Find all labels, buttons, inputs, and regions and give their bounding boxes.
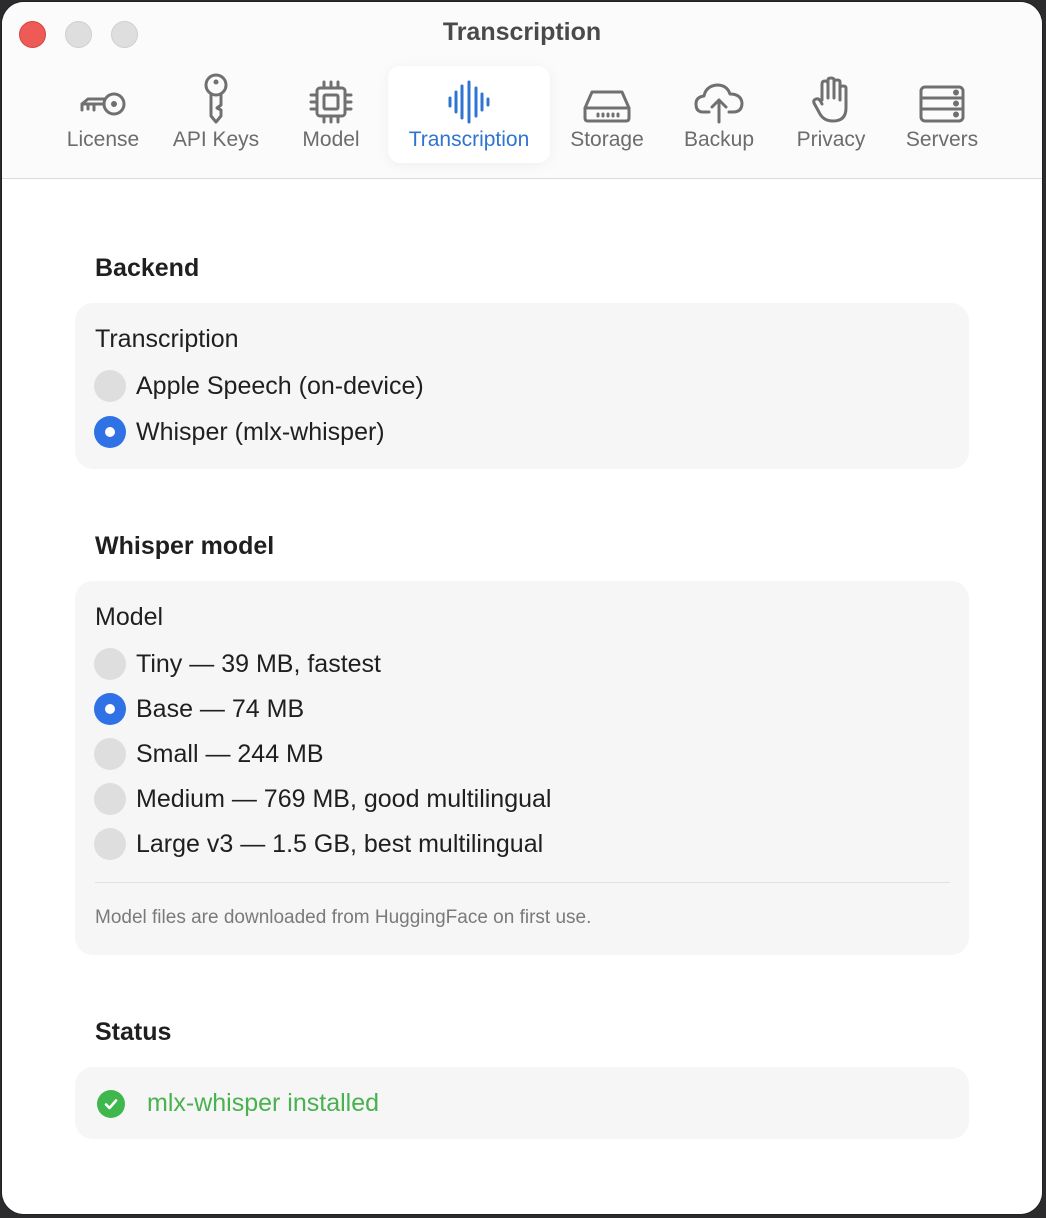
cpu-chip-icon xyxy=(309,66,353,124)
radio-button[interactable] xyxy=(94,370,126,402)
radio-whisper[interactable]: Whisper (mlx-whisper) xyxy=(94,415,385,449)
tab-storage-label: Storage xyxy=(570,128,644,151)
tab-license[interactable]: License xyxy=(48,66,158,163)
whisper-model-card: Model Tiny — 39 MB, fastest Base — 74 MB… xyxy=(75,581,969,955)
tab-api-keys[interactable]: API Keys xyxy=(160,66,272,163)
tab-model[interactable]: Model xyxy=(284,66,378,163)
radio-model-tiny[interactable]: Tiny — 39 MB, fastest xyxy=(94,647,381,681)
tab-transcription-label: Transcription xyxy=(408,128,530,151)
radio-label: Tiny — 39 MB, fastest xyxy=(136,649,381,678)
status-text: mlx-whisper installed xyxy=(147,1089,380,1117)
download-note: Model files are downloaded from HuggingF… xyxy=(95,907,592,928)
tab-backup[interactable]: Backup xyxy=(670,66,768,163)
settings-window: Transcription License API Keys Model Tra… xyxy=(2,2,1042,1214)
status-row: mlx-whisper installed xyxy=(97,1089,379,1118)
radio-model-small[interactable]: Small — 244 MB xyxy=(94,737,324,771)
radio-label: Large v3 — 1.5 GB, best multilingual xyxy=(136,829,544,858)
tab-transcription[interactable]: Transcription xyxy=(388,66,550,163)
radio-button-selected[interactable] xyxy=(94,693,126,725)
drive-icon xyxy=(582,66,632,124)
tab-privacy-label: Privacy xyxy=(796,128,866,151)
radio-button[interactable] xyxy=(94,783,126,815)
backend-section-title: Backend xyxy=(95,254,200,282)
hand-icon xyxy=(811,66,851,124)
tab-api-keys-label: API Keys xyxy=(172,128,260,151)
checkmark-circle-icon xyxy=(97,1089,125,1118)
tab-servers-label: Servers xyxy=(905,128,979,151)
radio-button[interactable] xyxy=(94,828,126,860)
backend-card: Transcription Apple Speech (on-device) W… xyxy=(75,303,969,469)
tab-backup-label: Backup xyxy=(683,128,755,151)
tab-servers[interactable]: Servers xyxy=(892,66,992,163)
preferences-toolbar: License API Keys Model Transcription Sto… xyxy=(2,66,1042,166)
radio-model-base[interactable]: Base — 74 MB xyxy=(94,692,304,726)
waveform-icon xyxy=(447,66,491,124)
settings-content: Backend Transcription Apple Speech (on-d… xyxy=(2,179,1042,1214)
radio-button-selected[interactable] xyxy=(94,416,126,448)
transcription-group-label: Transcription xyxy=(95,325,239,353)
radio-label: Whisper (mlx-whisper) xyxy=(136,417,385,446)
radio-apple-speech[interactable]: Apple Speech (on-device) xyxy=(94,369,424,403)
server-icon xyxy=(918,66,966,124)
radio-label: Base — 74 MB xyxy=(136,694,305,723)
divider xyxy=(95,882,950,883)
cloud-upload-icon xyxy=(693,66,745,124)
tab-storage[interactable]: Storage xyxy=(558,66,656,163)
tab-model-label: Model xyxy=(302,128,360,151)
whisper-model-section-title: Whisper model xyxy=(95,532,275,560)
radio-button[interactable] xyxy=(94,648,126,680)
tab-privacy[interactable]: Privacy xyxy=(782,66,880,163)
status-card: mlx-whisper installed xyxy=(75,1067,969,1139)
radio-label: Small — 244 MB xyxy=(136,739,324,768)
tab-license-label: License xyxy=(66,128,140,151)
radio-model-medium[interactable]: Medium — 769 MB, good multilingual xyxy=(94,782,551,816)
radio-label: Apple Speech (on-device) xyxy=(136,371,424,400)
window-title: Transcription xyxy=(442,18,602,46)
radio-label: Medium — 769 MB, good multilingual xyxy=(136,784,552,813)
title-bar: Transcription License API Keys Model Tra… xyxy=(2,2,1042,179)
radio-model-large-v3[interactable]: Large v3 — 1.5 GB, best multilingual xyxy=(94,827,543,861)
status-section-title: Status xyxy=(95,1018,172,1046)
key-icon xyxy=(78,66,128,124)
radio-button[interactable] xyxy=(94,738,126,770)
key-icon xyxy=(199,66,233,124)
model-group-label: Model xyxy=(95,603,164,631)
